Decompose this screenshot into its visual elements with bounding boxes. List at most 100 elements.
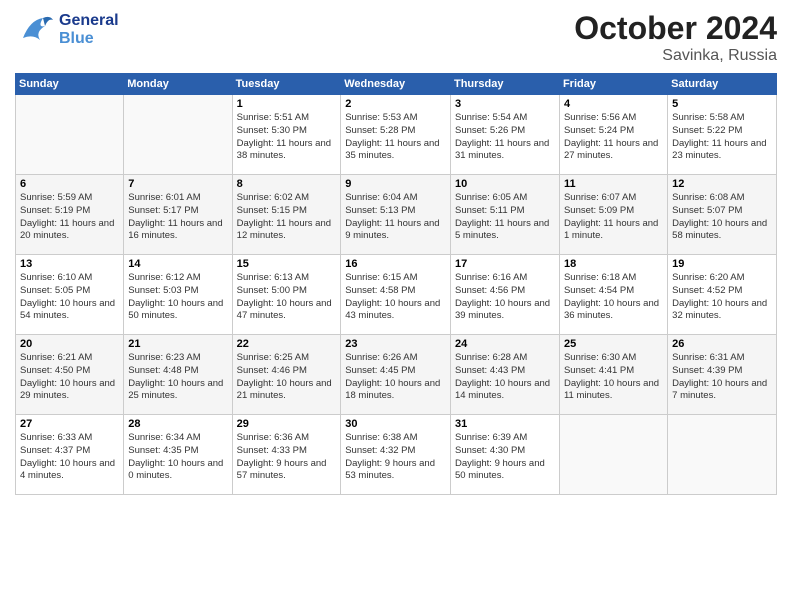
day-info: Sunrise: 6:28 AM Sunset: 4:43 PM Dayligh… bbox=[455, 352, 555, 403]
day-number: 1 bbox=[237, 98, 337, 110]
logo: General Blue bbox=[15, 10, 119, 50]
calendar-cell: 21 Sunrise: 6:23 AM Sunset: 4:48 PM Dayli… bbox=[124, 335, 232, 415]
day-number: 29 bbox=[237, 418, 337, 430]
day-number: 9 bbox=[345, 178, 446, 190]
calendar-cell: 20 Sunrise: 6:21 AM Sunset: 4:50 PM Dayli… bbox=[16, 335, 124, 415]
day-info: Sunrise: 6:04 AM Sunset: 5:13 PM Dayligh… bbox=[345, 192, 446, 243]
calendar-cell: 17Sunrise: 6:16 AM Sunset: 4:56 PM Dayli… bbox=[450, 255, 559, 335]
day-info: Sunrise: 6:07 AM Sunset: 5:09 PM Dayligh… bbox=[564, 192, 663, 243]
day-info: Sunrise: 6:36 AM Sunset: 4:33 PM Dayligh… bbox=[237, 432, 337, 483]
calendar-header-row: SundayMondayTuesdayWednesdayThursdayFrid… bbox=[16, 74, 777, 95]
day-number: 20 bbox=[20, 338, 119, 350]
logo-general: General bbox=[59, 12, 119, 30]
calendar-cell: 11 Sunrise: 6:07 AM Sunset: 5:09 PM Dayli… bbox=[559, 175, 667, 255]
calendar-cell bbox=[668, 415, 777, 495]
day-info: Sunrise: 6:05 AM Sunset: 5:11 PM Dayligh… bbox=[455, 192, 555, 243]
calendar-cell bbox=[16, 95, 124, 175]
calendar-cell: 2 Sunrise: 5:53 AM Sunset: 5:28 PM Daylig… bbox=[341, 95, 451, 175]
day-number: 6 bbox=[20, 178, 119, 190]
day-info: Sunrise: 6:20 AM Sunset: 4:52 PM Dayligh… bbox=[672, 272, 772, 323]
day-header-saturday: Saturday bbox=[668, 74, 777, 95]
calendar-cell: 26 Sunrise: 6:31 AM Sunset: 4:39 PM Dayli… bbox=[668, 335, 777, 415]
location: Savinka, Russia bbox=[574, 47, 777, 65]
day-number: 14 bbox=[128, 258, 227, 270]
day-header-monday: Monday bbox=[124, 74, 232, 95]
day-number: 21 bbox=[128, 338, 227, 350]
day-info: Sunrise: 5:51 AM Sunset: 5:30 PM Dayligh… bbox=[237, 112, 337, 163]
calendar-cell: 14 Sunrise: 6:12 AM Sunset: 5:03 PM Dayli… bbox=[124, 255, 232, 335]
day-number: 15 bbox=[237, 258, 337, 270]
day-info: Sunrise: 6:38 AM Sunset: 4:32 PM Dayligh… bbox=[345, 432, 446, 483]
day-number: 31 bbox=[455, 418, 555, 430]
calendar-week-4: 20 Sunrise: 6:21 AM Sunset: 4:50 PM Dayli… bbox=[16, 335, 777, 415]
page-header: General Blue October 2024 Savinka, Russi… bbox=[15, 10, 777, 65]
day-info: Sunrise: 6:23 AM Sunset: 4:48 PM Dayligh… bbox=[128, 352, 227, 403]
day-number: 5 bbox=[672, 98, 772, 110]
calendar-cell bbox=[559, 415, 667, 495]
calendar-cell: 1 Sunrise: 5:51 AM Sunset: 5:30 PM Daylig… bbox=[232, 95, 341, 175]
calendar-cell: 18 Sunrise: 6:18 AM Sunset: 4:54 PM Dayli… bbox=[559, 255, 667, 335]
month-title: October 2024 bbox=[574, 10, 777, 47]
calendar-cell: 7Sunrise: 6:01 AM Sunset: 5:17 PM Daylig… bbox=[124, 175, 232, 255]
day-info: Sunrise: 6:02 AM Sunset: 5:15 PM Dayligh… bbox=[237, 192, 337, 243]
day-info: Sunrise: 6:26 AM Sunset: 4:45 PM Dayligh… bbox=[345, 352, 446, 403]
day-number: 4 bbox=[564, 98, 663, 110]
day-info: Sunrise: 6:01 AM Sunset: 5:17 PM Dayligh… bbox=[128, 192, 227, 243]
calendar-cell: 25Sunrise: 6:30 AM Sunset: 4:41 PM Dayli… bbox=[559, 335, 667, 415]
calendar-cell: 24 Sunrise: 6:28 AM Sunset: 4:43 PM Dayli… bbox=[450, 335, 559, 415]
calendar-week-1: 1 Sunrise: 5:51 AM Sunset: 5:30 PM Daylig… bbox=[16, 95, 777, 175]
day-info: Sunrise: 6:33 AM Sunset: 4:37 PM Dayligh… bbox=[20, 432, 119, 483]
calendar-cell: 22 Sunrise: 6:25 AM Sunset: 4:46 PM Dayli… bbox=[232, 335, 341, 415]
calendar-cell: 13Sunrise: 6:10 AM Sunset: 5:05 PM Dayli… bbox=[16, 255, 124, 335]
logo-icon bbox=[15, 10, 55, 50]
calendar-cell: 31 Sunrise: 6:39 AM Sunset: 4:30 PM Dayli… bbox=[450, 415, 559, 495]
calendar-week-5: 27Sunrise: 6:33 AM Sunset: 4:37 PM Dayli… bbox=[16, 415, 777, 495]
logo-text: General Blue bbox=[59, 12, 119, 47]
day-number: 8 bbox=[237, 178, 337, 190]
day-info: Sunrise: 5:58 AM Sunset: 5:22 PM Dayligh… bbox=[672, 112, 772, 163]
day-number: 26 bbox=[672, 338, 772, 350]
day-info: Sunrise: 6:25 AM Sunset: 4:46 PM Dayligh… bbox=[237, 352, 337, 403]
day-number: 11 bbox=[564, 178, 663, 190]
calendar-cell: 6 Sunrise: 5:59 AM Sunset: 5:19 PM Daylig… bbox=[16, 175, 124, 255]
day-info: Sunrise: 5:59 AM Sunset: 5:19 PM Dayligh… bbox=[20, 192, 119, 243]
day-number: 22 bbox=[237, 338, 337, 350]
day-info: Sunrise: 6:08 AM Sunset: 5:07 PM Dayligh… bbox=[672, 192, 772, 243]
day-info: Sunrise: 5:53 AM Sunset: 5:28 PM Dayligh… bbox=[345, 112, 446, 163]
day-number: 24 bbox=[455, 338, 555, 350]
day-number: 18 bbox=[564, 258, 663, 270]
day-number: 28 bbox=[128, 418, 227, 430]
calendar-cell: 3Sunrise: 5:54 AM Sunset: 5:26 PM Daylig… bbox=[450, 95, 559, 175]
day-info: Sunrise: 5:54 AM Sunset: 5:26 PM Dayligh… bbox=[455, 112, 555, 163]
day-number: 10 bbox=[455, 178, 555, 190]
day-number: 2 bbox=[345, 98, 446, 110]
calendar-cell: 27Sunrise: 6:33 AM Sunset: 4:37 PM Dayli… bbox=[16, 415, 124, 495]
day-info: Sunrise: 6:30 AM Sunset: 4:41 PM Dayligh… bbox=[564, 352, 663, 403]
day-info: Sunrise: 6:21 AM Sunset: 4:50 PM Dayligh… bbox=[20, 352, 119, 403]
day-info: Sunrise: 6:18 AM Sunset: 4:54 PM Dayligh… bbox=[564, 272, 663, 323]
calendar-week-2: 6 Sunrise: 5:59 AM Sunset: 5:19 PM Daylig… bbox=[16, 175, 777, 255]
day-number: 13 bbox=[20, 258, 119, 270]
calendar-cell: 15 Sunrise: 6:13 AM Sunset: 5:00 PM Dayli… bbox=[232, 255, 341, 335]
calendar-cell: 16Sunrise: 6:15 AM Sunset: 4:58 PM Dayli… bbox=[341, 255, 451, 335]
calendar-cell: 4Sunrise: 5:56 AM Sunset: 5:24 PM Daylig… bbox=[559, 95, 667, 175]
calendar-cell: 28 Sunrise: 6:34 AM Sunset: 4:35 PM Dayli… bbox=[124, 415, 232, 495]
day-number: 30 bbox=[345, 418, 446, 430]
day-number: 12 bbox=[672, 178, 772, 190]
calendar-cell: 23 Sunrise: 6:26 AM Sunset: 4:45 PM Dayli… bbox=[341, 335, 451, 415]
day-info: Sunrise: 6:13 AM Sunset: 5:00 PM Dayligh… bbox=[237, 272, 337, 323]
day-header-wednesday: Wednesday bbox=[341, 74, 451, 95]
calendar-cell: 30 Sunrise: 6:38 AM Sunset: 4:32 PM Dayli… bbox=[341, 415, 451, 495]
calendar-cell bbox=[124, 95, 232, 175]
calendar-cell: 19Sunrise: 6:20 AM Sunset: 4:52 PM Dayli… bbox=[668, 255, 777, 335]
calendar-cell: 10 Sunrise: 6:05 AM Sunset: 5:11 PM Dayli… bbox=[450, 175, 559, 255]
day-number: 23 bbox=[345, 338, 446, 350]
day-header-thursday: Thursday bbox=[450, 74, 559, 95]
day-info: Sunrise: 6:12 AM Sunset: 5:03 PM Dayligh… bbox=[128, 272, 227, 323]
day-info: Sunrise: 6:31 AM Sunset: 4:39 PM Dayligh… bbox=[672, 352, 772, 403]
calendar-cell: 12 Sunrise: 6:08 AM Sunset: 5:07 PM Dayli… bbox=[668, 175, 777, 255]
calendar-cell: 5 Sunrise: 5:58 AM Sunset: 5:22 PM Daylig… bbox=[668, 95, 777, 175]
day-info: Sunrise: 6:34 AM Sunset: 4:35 PM Dayligh… bbox=[128, 432, 227, 483]
calendar-week-3: 13Sunrise: 6:10 AM Sunset: 5:05 PM Dayli… bbox=[16, 255, 777, 335]
day-info: Sunrise: 6:39 AM Sunset: 4:30 PM Dayligh… bbox=[455, 432, 555, 483]
